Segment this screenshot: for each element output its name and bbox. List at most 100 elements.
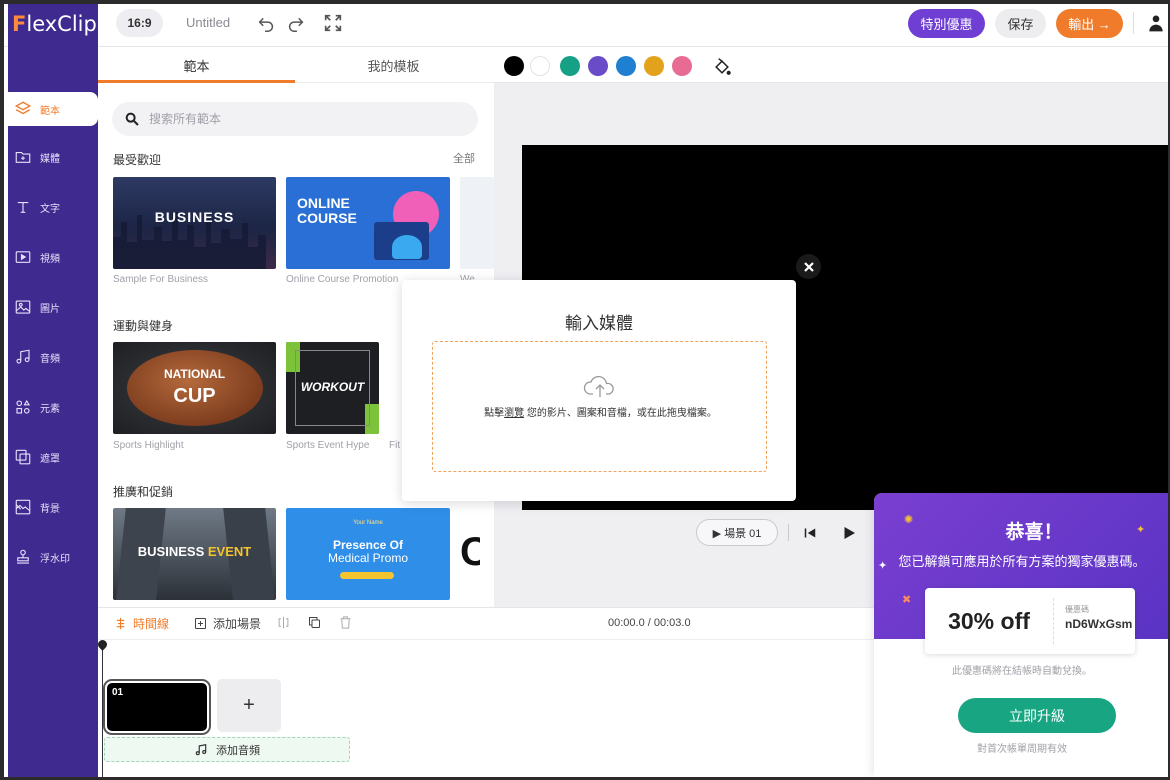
play-icon[interactable]: [840, 524, 858, 542]
template-card-title: BUSINESS: [154, 209, 235, 225]
sidebar-item-media[interactable]: 媒體: [8, 140, 98, 174]
special-offer-button[interactable]: 特別優惠: [908, 9, 985, 38]
template-card-sports-highlight[interactable]: NATIONAL CUP: [113, 342, 276, 434]
fullscreen-icon[interactable]: [322, 12, 344, 34]
template-card-title: WORKOUT: [300, 380, 365, 394]
user-avatar-icon[interactable]: [1146, 12, 1166, 34]
scene-clip[interactable]: 01: [103, 679, 211, 735]
header-divider: [1133, 12, 1134, 34]
sidebar-item-label: 文字: [40, 203, 60, 215]
sidebar-item-text[interactable]: 文字: [8, 190, 98, 224]
template-card-title: BUSINESS EVENT: [113, 544, 276, 559]
trash-icon[interactable]: [338, 615, 353, 630]
sidebar-item-background[interactable]: 背景: [8, 490, 98, 524]
tab-my-templates[interactable]: 我的模板: [295, 47, 492, 83]
template-card-business-event[interactable]: BUSINESS EVENT: [113, 508, 276, 600]
logo-initial: F: [12, 11, 27, 36]
template-card-subtitle: Medical Promo: [327, 551, 409, 565]
section-title: 運動與健身: [113, 319, 174, 333]
cloud-upload-icon: [583, 375, 614, 397]
template-card-title: Presence Of: [332, 538, 404, 552]
top-bar: FlexClip 16:9 Untitled 特別優惠 保存 輸出 →: [0, 0, 1170, 47]
coupon-code-label: 優惠碼: [1065, 605, 1089, 614]
paint-bucket-icon[interactable]: [712, 57, 732, 77]
playhead[interactable]: [102, 640, 103, 778]
drop-text-suffix: 您的影片、圖案和音檔，或在此拖曳檔案。: [524, 408, 717, 419]
promo-title: 恭喜！: [1005, 522, 1063, 543]
sidebar-item-overlays[interactable]: 遮罩: [8, 440, 98, 474]
template-caption: Sample For Business: [113, 274, 209, 285]
promo-popup: ✺ ✦ ✦ ✖ 恭喜！ 您已解鎖可應用於所有方案的獨家優惠碼。 30% off …: [874, 493, 1170, 777]
template-card-title: C: [460, 530, 480, 574]
coupon-card: 30% off 優惠碼 nD6WxGsm: [925, 588, 1135, 654]
playhead-handle[interactable]: [96, 638, 109, 651]
sidebar-item-elements[interactable]: 元素: [8, 390, 98, 424]
section-title: 最受歡迎: [113, 153, 162, 167]
color-toolbar: [494, 47, 1170, 83]
sparkle-icon: ✖: [902, 594, 912, 606]
video-icon: [15, 251, 31, 263]
save-button[interactable]: 保存: [995, 9, 1046, 38]
section-title: 推廣和促銷: [113, 485, 174, 499]
sidebar-item-label: 背景: [40, 503, 60, 515]
close-dialog-button[interactable]: [796, 254, 821, 279]
template-search[interactable]: [112, 102, 478, 136]
flexclip-logo[interactable]: FlexClip: [8, 0, 98, 47]
color-swatch-blue[interactable]: [616, 56, 636, 76]
background-icon: [15, 499, 31, 515]
timeline-icon: [116, 617, 125, 630]
active-tab-indicator: [98, 80, 295, 83]
template-card-online-course[interactable]: ONLINE COURSE: [286, 177, 450, 269]
title-part: BUSINESS: [137, 544, 205, 559]
add-scene-button[interactable]: 添加場景: [193, 615, 261, 632]
search-input[interactable]: [149, 112, 449, 126]
import-media-dialog: 輸入媒體 點擊瀏覽 您的影片、圖案和音檔，或在此拖曳檔案。: [402, 280, 796, 501]
timeline-toggle-button[interactable]: 時間線: [113, 615, 169, 632]
promo-footnote: 對首次帳單周期有效: [977, 744, 1067, 755]
template-card-medical-promo[interactable]: Your Name Presence Of Medical Promo: [286, 508, 450, 600]
color-swatch-purple[interactable]: [588, 56, 608, 76]
color-swatch-yellow[interactable]: [644, 56, 664, 76]
redo-icon[interactable]: [285, 12, 307, 34]
sidebar-item-audio[interactable]: 音頻: [8, 340, 98, 374]
color-swatch-white[interactable]: [530, 56, 550, 76]
color-swatch-teal[interactable]: [560, 56, 580, 76]
coupon-code[interactable]: nD6WxGsm: [1065, 617, 1132, 631]
upload-dropzone[interactable]: 點擊瀏覽 您的影片、圖案和音檔，或在此拖曳檔案。: [432, 341, 767, 472]
add-square-icon: [195, 618, 206, 629]
add-clip-button[interactable]: +: [217, 679, 281, 732]
color-swatch-black[interactable]: [504, 56, 524, 76]
upgrade-now-button[interactable]: 立即升級: [958, 698, 1116, 733]
project-title[interactable]: Untitled: [186, 15, 230, 30]
scene-selector-button[interactable]: ▶ 場景 01: [696, 519, 778, 546]
template-card-tag: Your Name: [353, 520, 383, 526]
split-icon[interactable]: [276, 615, 291, 630]
template-card-business[interactable]: BUSINESS: [113, 177, 276, 269]
template-card-sports-event[interactable]: WORKOUT: [286, 342, 379, 434]
sidebar-item-label: 視頻: [40, 253, 60, 265]
skip-back-icon[interactable]: [801, 524, 819, 542]
sidebar-item-images[interactable]: 圖片: [8, 290, 98, 324]
duplicate-icon[interactable]: [307, 615, 322, 630]
color-swatch-pink[interactable]: [672, 56, 692, 76]
tab-templates[interactable]: 範本: [98, 47, 295, 83]
sidebar-item-label: 媒體: [40, 153, 60, 165]
undo-icon[interactable]: [255, 12, 277, 34]
template-tabs: 範本 我的模板: [98, 47, 494, 83]
add-scene-label: 添加場景: [213, 617, 262, 631]
add-audio-button[interactable]: 添加音頻: [104, 737, 350, 762]
timeline-label: 時間線: [133, 617, 170, 631]
sidebar-item-templates[interactable]: 範本: [8, 92, 98, 126]
stamp-icon: [17, 549, 29, 564]
template-card-partial[interactable]: [460, 177, 494, 269]
browse-link[interactable]: 瀏覽: [504, 408, 524, 419]
export-button[interactable]: 輸出 →: [1056, 9, 1123, 38]
sidebar-item-watermark[interactable]: 浮水印: [8, 540, 98, 574]
template-card-partial[interactable]: C: [460, 508, 480, 600]
sidebar-item-video[interactable]: 視頻: [8, 240, 98, 274]
aspect-ratio-button[interactable]: 16:9: [116, 9, 163, 37]
title-accent: EVENT: [207, 544, 252, 559]
template-caption: Sports Event Hype: [286, 440, 370, 451]
see-all-link[interactable]: 全部: [453, 150, 475, 166]
person-graphic: [392, 235, 422, 259]
